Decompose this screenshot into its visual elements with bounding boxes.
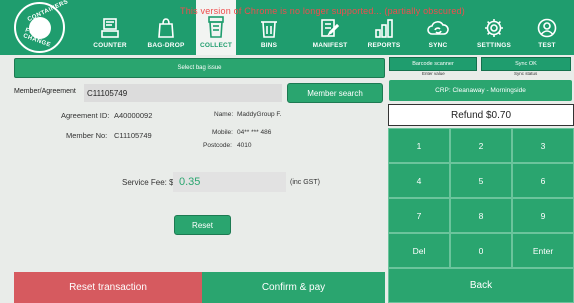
bag-icon [158,18,174,38]
key-6[interactable]: 6 [512,163,574,198]
member-no-label: Member No: [66,131,108,140]
agreement-id-value: A40000092 [114,111,153,120]
numeric-keypad: 1 2 3 4 5 6 7 8 9 Del 0 Enter [388,128,574,268]
browser-watermark: This version of Chrome is no longer supp… [180,6,465,16]
cloud-sync-icon [427,21,449,35]
mobile-value: 04** *** 486 [237,129,272,136]
manifest-edit-icon [321,19,340,37]
nav-bag-drop-label: BAG-DROP [147,42,185,49]
nav-test[interactable]: TEST [530,0,564,55]
name-label: Name: [214,111,234,118]
crp-location-button[interactable]: CRP: Cleanaway - Morningside [389,80,572,101]
nav-settings-label: SETTINGS [476,42,512,49]
reset-button[interactable]: Reset [174,215,231,235]
service-fee-input[interactable] [173,172,286,192]
agreement-id-label: Agreement ID: [61,111,110,120]
key-enter[interactable]: Enter [512,233,574,268]
containers-for-change-logo: CONTAINERS FOR CHANGE [14,0,69,53]
nav-manifest-label: MANIFEST [312,42,348,49]
key-1[interactable]: 1 [388,128,450,163]
collect-bin-icon [208,16,224,38]
nav-counter[interactable]: COUNTER [90,0,130,55]
gear-icon [485,19,503,37]
key-5[interactable]: 5 [450,163,512,198]
barcode-scanner-button[interactable]: Barcode scanner [389,57,477,71]
confirm-pay-button[interactable]: Confirm & pay [202,272,385,303]
key-2[interactable]: 2 [450,128,512,163]
sync-status-caption: Sync status [514,71,538,76]
user-icon [537,18,557,38]
nav-test-label: TEST [538,42,556,49]
key-del[interactable]: Del [388,233,450,268]
service-fee-label: Service Fee: $ [122,178,174,187]
nav-settings[interactable]: SETTINGS [472,0,516,55]
reset-transaction-button[interactable]: Reset transaction [14,272,202,303]
key-4[interactable]: 4 [388,163,450,198]
mobile-label: Mobile: [212,129,233,136]
service-fee-unit: (inc GST) [290,179,320,186]
nav-counter-label: COUNTER [93,42,127,49]
trash-bin-icon [261,21,277,38]
key-3[interactable]: 3 [512,128,574,163]
postcode-label: Postcode: [203,142,232,149]
key-7[interactable]: 7 [388,198,450,233]
postcode-value: 4010 [237,142,252,149]
barcode-scanner-caption: Enter value [422,71,445,76]
key-0[interactable]: 0 [450,233,512,268]
key-9[interactable]: 9 [512,198,574,233]
sync-status-button[interactable]: Sync OK [481,57,571,71]
nav-sync-label: SYNC [428,42,448,49]
nav-reports-label: REPORTS [367,42,401,49]
top-nav-bar: CONTAINERS FOR CHANGE COUNTER BAG-DROP C… [0,0,574,55]
select-bag-issue-button[interactable]: Select bag issue [14,58,385,78]
member-agreement-input[interactable] [84,84,282,102]
member-agreement-label: Member/Agreement [14,88,76,95]
back-button[interactable]: Back [388,268,574,303]
bar-chart-icon [375,19,393,38]
counter-icon [101,18,119,38]
refund-amount-display: Refund $0.70 [388,104,574,126]
name-value: MaddyGroup F. [237,111,282,118]
key-8[interactable]: 8 [450,198,512,233]
member-search-button[interactable]: Member search [287,83,383,103]
nav-collect-label: COLLECT [199,42,233,49]
member-no-value: C11105749 [114,131,152,140]
nav-bins-label: BINS [260,42,278,49]
